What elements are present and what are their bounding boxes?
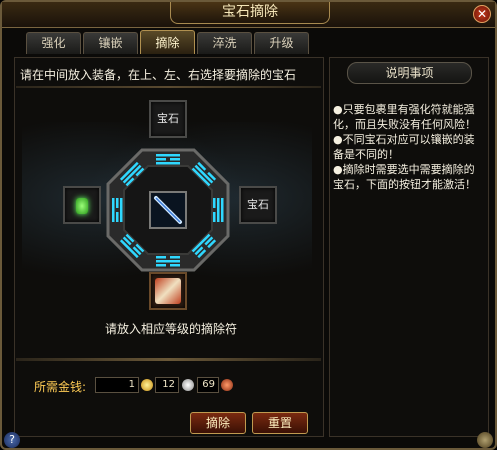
reset-button[interactable]: 重置 — [252, 412, 308, 434]
tab-inlay[interactable]: 镶嵌 — [83, 32, 138, 54]
close-icon[interactable]: ✕ — [473, 5, 491, 23]
green-gem-icon — [76, 198, 88, 214]
gold-amount: 1 — [95, 377, 139, 393]
tab-upgrade[interactable]: 升级 — [254, 32, 309, 54]
tab-wash[interactable]: 淬洗 — [197, 32, 252, 54]
tab-bar: 强化 镶嵌 摘除 淬洗 升级 — [26, 30, 309, 54]
copper-amount: 69 — [197, 377, 219, 393]
charm-hint-text: 请放入相应等级的摘除符 — [105, 322, 238, 336]
copper-coin-icon — [221, 379, 233, 391]
gem-slot-left[interactable] — [63, 186, 101, 224]
divider — [16, 358, 321, 361]
cost-label: 所需金钱: — [34, 380, 87, 394]
silver-amount: 12 — [155, 377, 179, 393]
corner-ornament-icon — [477, 432, 493, 448]
bagua-octagon — [106, 148, 230, 272]
silver-coin-icon — [182, 379, 194, 391]
help-icon[interactable]: ? — [4, 432, 20, 448]
note-item: ●摘除时需要选中需要摘除的宝石，下面的按钮才能激活！ — [333, 163, 476, 191]
tab-remove[interactable]: 摘除 — [140, 30, 195, 54]
tab-strengthen[interactable]: 强化 — [26, 32, 81, 54]
notes-title: 说明事项 — [347, 62, 472, 84]
gem-removal-window: 宝石摘除 ✕ 强化 镶嵌 摘除 淬洗 升级 请在中间放入装备，在上、左、右选择要… — [0, 0, 497, 450]
remove-button[interactable]: 摘除 — [190, 412, 246, 434]
title-bar[interactable]: 宝石摘除 ✕ — [2, 2, 495, 28]
gem-slot-top[interactable]: 宝石 — [149, 100, 187, 138]
removal-charm-icon — [155, 278, 181, 304]
gem-slot-right[interactable]: 宝石 — [239, 186, 277, 224]
divider — [16, 86, 321, 88]
notes-list: ●只要包裹里有强化符就能强化，而且失败没有任何风险！ ●不同宝石对应可以镶嵌的装… — [333, 102, 483, 192]
removal-charm-slot[interactable] — [149, 272, 187, 310]
note-item: ●不同宝石对应可以镶嵌的装备是不同的！ — [333, 133, 475, 161]
instruction-text: 请在中间放入装备，在上、左、右选择要摘除的宝石 — [20, 68, 297, 82]
window-title: 宝石摘除 — [170, 2, 330, 24]
gold-coin-icon — [141, 379, 153, 391]
note-item: ●只要包裹里有强化符就能强化，而且失败没有任何风险！ — [333, 103, 476, 131]
